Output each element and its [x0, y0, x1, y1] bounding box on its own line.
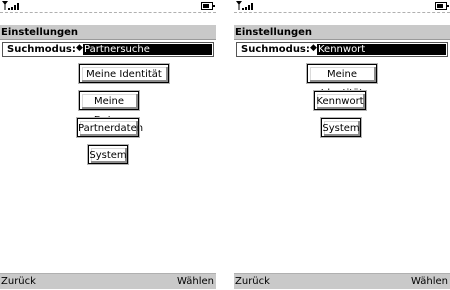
- status-bar: [0, 0, 216, 13]
- search-mode-selector[interactable]: Suchmodus: ◆ Kennwort: [236, 42, 448, 57]
- menu-button-meine-identitaet[interactable]: Meine Identität: [306, 63, 378, 99]
- signal-strength-icon: [236, 1, 253, 10]
- search-mode-label: Suchmodus:: [241, 44, 310, 55]
- status-bar: [234, 0, 450, 13]
- phone-screen-right: Einstellungen Suchmodus: ◆ Kennwort Mein…: [234, 0, 450, 289]
- softkey-back[interactable]: Zurück: [1, 274, 36, 290]
- search-mode-value[interactable]: Partnersuche: [83, 44, 212, 55]
- search-mode-label: Suchmodus:: [7, 44, 76, 55]
- menu-button-meine-daten[interactable]: Meine Daten: [78, 90, 140, 126]
- screen-title: Einstellungen: [234, 25, 450, 40]
- softkey-bar: Zurück Wählen: [234, 273, 450, 289]
- search-mode-value[interactable]: Kennwort: [317, 44, 446, 55]
- softkey-bar: Zurück Wählen: [0, 273, 216, 289]
- screen-title: Einstellungen: [0, 25, 216, 40]
- phone-screen-left: Einstellungen Suchmodus: ◆ Partnersuche …: [0, 0, 216, 289]
- search-mode-selector[interactable]: Suchmodus: ◆ Partnersuche: [2, 42, 214, 57]
- menu-button-partnerdaten[interactable]: Partnerdaten: [76, 117, 143, 138]
- signal-strength-icon: [2, 1, 19, 10]
- menu-button-system[interactable]: System: [320, 117, 362, 138]
- menu-button-meine-identitaet[interactable]: Meine Identität: [78, 63, 170, 84]
- selector-arrows-icon: ◆: [76, 43, 83, 53]
- battery-icon: [435, 2, 449, 10]
- menu-button-kennwort[interactable]: Kennwort: [313, 90, 367, 111]
- softkey-back[interactable]: Zurück: [235, 274, 270, 290]
- softkey-select[interactable]: Wählen: [177, 274, 214, 290]
- battery-icon: [201, 2, 215, 10]
- softkey-select[interactable]: Wählen: [411, 274, 448, 290]
- selector-arrows-icon: ◆: [310, 43, 317, 53]
- menu-button-system[interactable]: System: [87, 144, 129, 165]
